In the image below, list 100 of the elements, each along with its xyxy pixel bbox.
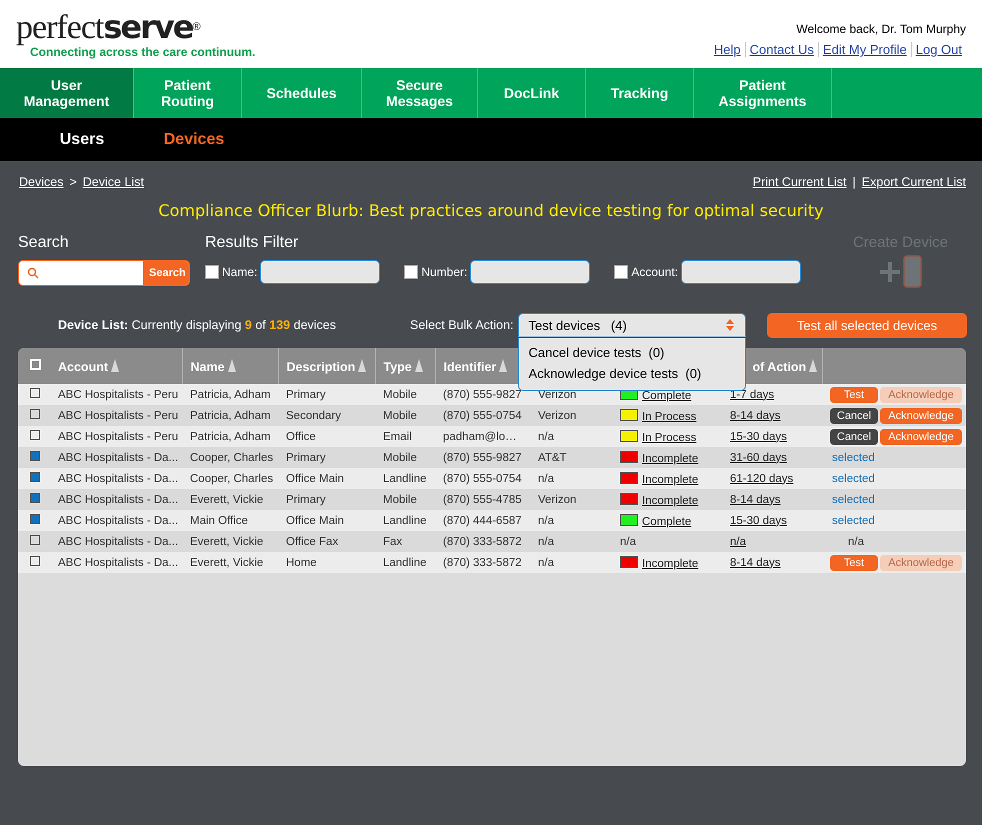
header-link[interactable]: Contact Us (744, 42, 818, 57)
table-cell: Everett, Vickie (190, 556, 264, 568)
table-cell: Primary (286, 388, 326, 400)
filter-title: Results Filter (205, 234, 300, 252)
table-cell: Office Fax (286, 536, 338, 548)
row-checkbox[interactable] (30, 430, 40, 440)
row-checkbox[interactable] (30, 556, 40, 566)
filter-field[interactable] (470, 260, 590, 284)
time-link[interactable]: n/a (730, 536, 746, 548)
table-cell: n/a (538, 536, 554, 548)
action-button[interactable]: Cancel (830, 428, 878, 444)
search-icon (27, 267, 39, 279)
search-title: Search (18, 234, 70, 252)
table-cell: n/a (538, 556, 554, 568)
status-link[interactable]: In Process (642, 410, 696, 422)
sub-tab[interactable]: Devices (138, 130, 250, 150)
header-link[interactable]: Edit My Profile (818, 42, 911, 57)
table-cell: ABC Hospitalists - Da... (58, 556, 178, 568)
row-checkbox[interactable] (30, 388, 40, 398)
breadcrumb-separator: > (69, 175, 77, 189)
selected-link[interactable]: selected (832, 494, 875, 506)
time-link[interactable]: 8-14 days (730, 410, 781, 422)
device-count-text: Device List: Currently displaying 9 of 139 devices (58, 318, 338, 332)
table-cell: Verizon (538, 410, 576, 422)
row-checkbox[interactable] (30, 493, 40, 503)
filter-label: Account: (631, 265, 678, 279)
table-cell: (870) 333-5872 (443, 556, 522, 568)
table-cell: Mobile (383, 410, 417, 422)
table-cell: (870) 555-9827 (443, 452, 522, 464)
filter-label: Name: (222, 265, 258, 279)
filter-label: Number: (421, 265, 468, 279)
checkbox[interactable] (205, 265, 219, 279)
row-checkbox[interactable] (30, 451, 40, 461)
table-cell: n/a (620, 536, 636, 548)
table-cell: Mobile (383, 452, 417, 464)
select-all-checkbox[interactable] (30, 359, 41, 370)
table-cell: (870) 555-4785 (443, 494, 522, 506)
list-link[interactable]: Print Current List (752, 175, 847, 189)
time-link[interactable]: 31-60 days (730, 452, 787, 464)
table-cell: (870) 555-9827 (443, 388, 522, 400)
checkbox[interactable] (614, 265, 628, 279)
selected-link[interactable]: selected (832, 472, 875, 484)
table-cell: Office (286, 430, 316, 442)
table-cell: ABC Hospitalists - Da... (58, 514, 178, 526)
table-cell: Landline (383, 472, 426, 484)
header-link[interactable]: Log Out (910, 42, 966, 57)
table-cell: AT&T (538, 452, 567, 464)
table-cell: ABC Hospitalists - Peru (58, 388, 178, 400)
nav-tab[interactable]: User Management (0, 68, 134, 118)
sort-arrows-icon (724, 318, 735, 332)
tagline: Connecting across the care continuum. (30, 45, 256, 59)
row-checkbox[interactable] (30, 514, 40, 524)
table-cell: ABC Hospitalists - Peru (58, 430, 178, 442)
table-cell: Landline (383, 514, 426, 526)
table-cell: ABC Hospitalists - Da... (58, 494, 178, 506)
table-cell: Mobile (383, 388, 417, 400)
table-cell: Cooper, Charles (190, 452, 274, 464)
selected-link[interactable]: selected (832, 452, 875, 464)
time-link[interactable]: 8-14 days (730, 494, 781, 506)
breadcrumb-link[interactable]: Devices (19, 175, 64, 189)
table-cell: Patricia, Adham (190, 388, 271, 400)
filter-field[interactable] (681, 260, 802, 284)
table-cell: Landline (383, 556, 426, 568)
link-separator: | (852, 175, 856, 189)
action-button[interactable]: Cancel (830, 408, 878, 424)
table-cell: Mobile (383, 494, 417, 506)
header-link[interactable]: Help (710, 42, 745, 57)
welcome-text: Welcome back, Dr. Tom Murphy (795, 22, 966, 36)
bulk-action-dropdown[interactable]: Test devices (4) (518, 313, 746, 337)
table-cell: Secondary (286, 410, 341, 422)
table-cell: Office Main (286, 472, 344, 484)
row-checkbox[interactable] (30, 472, 40, 482)
table-cell: (870) 333-5872 (443, 536, 522, 548)
table-cell: padham@lo… (443, 430, 517, 442)
row-checkbox[interactable] (30, 409, 40, 419)
table-cell: Email (383, 430, 412, 442)
status-link[interactable]: Incomplete (642, 452, 698, 464)
table-cell: Patricia, Adham (190, 410, 271, 422)
menu-option[interactable]: Acknowledge device tests (0) (518, 363, 745, 384)
table-cell: Primary (286, 452, 326, 464)
selected-link[interactable]: selected (832, 514, 875, 526)
table-cell: ABC Hospitalists - Da... (58, 536, 178, 548)
table-cell: n/a (848, 536, 864, 548)
table-cell: ABC Hospitalists - Peru (58, 410, 178, 422)
table-cell: (870) 444-6587 (443, 514, 522, 526)
menu-option[interactable]: Cancel device tests (0) (518, 342, 745, 363)
table-cell: Fax (383, 536, 402, 548)
sub-tab[interactable]: Users (26, 130, 138, 150)
list-link[interactable]: Export Current List (862, 175, 966, 189)
breadcrumb-link[interactable]: Device List (82, 175, 144, 189)
filter-field[interactable] (260, 260, 380, 284)
status-link[interactable]: Incomplete (642, 494, 698, 506)
checkbox[interactable] (404, 265, 418, 279)
table-cell: Verizon (538, 388, 576, 400)
table-cell: n/a (538, 430, 554, 442)
row-checkbox[interactable] (30, 535, 40, 545)
table-cell: ABC Hospitalists - Da... (58, 452, 178, 464)
table-cell: Home (286, 556, 317, 568)
bulk-action-label: Select Bulk Action: (410, 318, 514, 332)
table-cell: (870) 555-0754 (443, 472, 522, 484)
